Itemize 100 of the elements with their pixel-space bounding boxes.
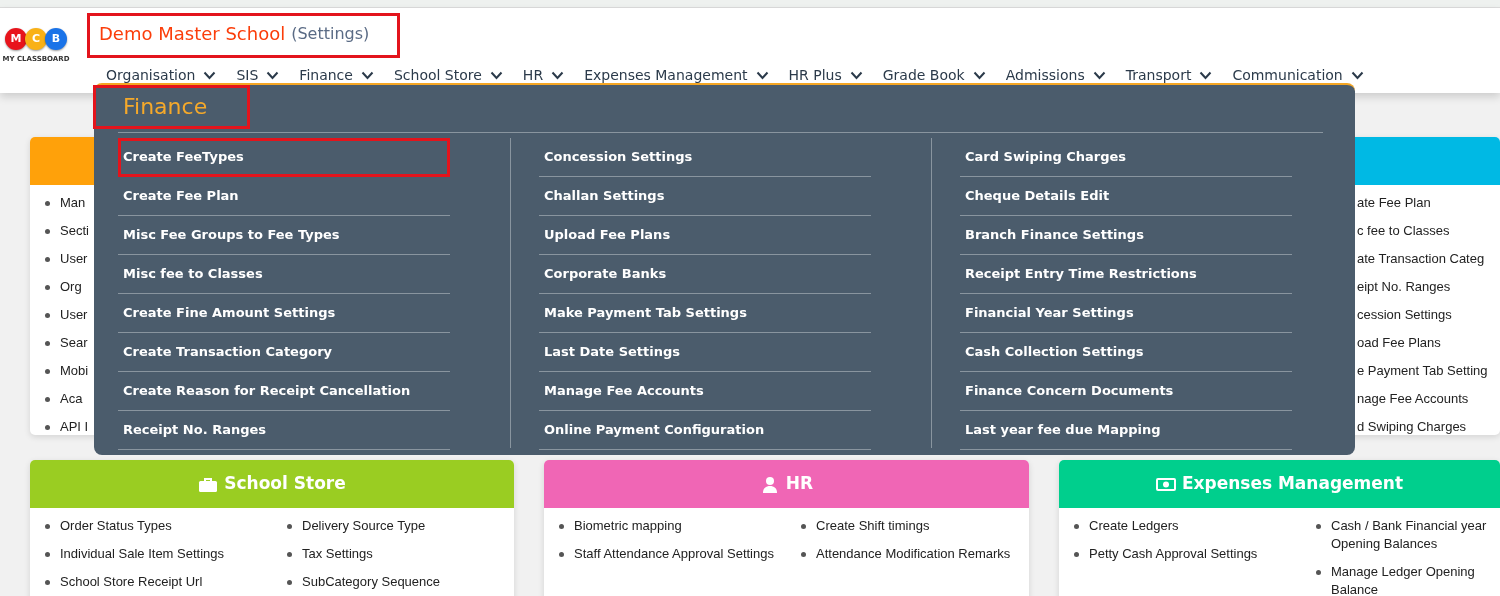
settings-link[interactable]: ate Fee Plan (1357, 194, 1431, 212)
menu-item[interactable]: Misc fee to Classes (118, 255, 450, 294)
menu-item[interactable]: Branch Finance Settings (960, 216, 1292, 255)
menu-item[interactable]: Last year fee due Mapping (960, 411, 1292, 450)
school-name: Demo Master School (99, 22, 286, 46)
bullet-icon (559, 552, 564, 557)
menu-item[interactable]: Concession Settings (539, 138, 871, 177)
settings-link[interactable]: User (60, 306, 88, 324)
settings-link[interactable]: Create Ledgers (1089, 517, 1179, 535)
settings-link[interactable]: Man (60, 194, 86, 212)
menu-item[interactable]: Finance Concern Documents (960, 372, 1292, 411)
bullet-icon (45, 201, 50, 206)
settings-link[interactable]: d Swiping Charges (1357, 418, 1467, 435)
settings-link[interactable]: nage Fee Accounts (1357, 390, 1469, 408)
settings-link[interactable]: e Payment Tab Setting (1357, 362, 1488, 380)
bullet-icon (287, 552, 292, 557)
settings-link[interactable]: Biometric mapping (574, 517, 682, 535)
settings-link[interactable]: Individual Sale Item Settings (60, 545, 225, 563)
card-title: HR (785, 472, 814, 496)
settings-link[interactable]: Mobi (60, 362, 89, 380)
bullet-icon (1316, 570, 1321, 575)
settings-link[interactable]: oad Fee Plans (1357, 334, 1441, 352)
settings-link[interactable]: c fee to Classes (1357, 222, 1450, 240)
nav-menu[interactable]: SIS (236, 65, 280, 86)
menu-item[interactable]: Receipt No. Ranges (118, 411, 450, 450)
chevron-down-icon (755, 71, 769, 80)
menu-item[interactable]: Manage Fee Accounts (539, 372, 871, 411)
bullet-icon (45, 425, 50, 430)
menu-item[interactable]: Create Fee Plan (118, 177, 450, 216)
chevron-down-icon (1350, 71, 1364, 80)
bullet-icon (1316, 524, 1321, 529)
settings-link[interactable]: ate Transaction Categ (1357, 250, 1485, 268)
settings-link[interactable]: Petty Cash Approval Settings (1089, 545, 1258, 563)
nav-menu[interactable]: Admissions (1005, 65, 1106, 86)
nav-menu[interactable]: Grade Book (882, 65, 986, 86)
nav-menu[interactable]: School Store (393, 65, 503, 86)
settings-link[interactable]: Cash / Bank Financial year Opening Balances (1331, 517, 1500, 553)
bullet-icon (45, 524, 50, 529)
chevron-down-icon (489, 71, 503, 80)
menu-item[interactable]: Last Date Settings (539, 333, 871, 372)
menu-item[interactable]: Misc Fee Groups to Fee Types (118, 216, 450, 255)
menu-item[interactable]: Cheque Details Edit (960, 177, 1292, 216)
nav-menu[interactable]: Transport (1125, 65, 1213, 86)
nav-menu[interactable]: Expenses Management (584, 65, 769, 86)
menu-item[interactable]: Create Reason for Receipt Cancellation (118, 372, 450, 411)
settings-link[interactable]: Aca (60, 390, 83, 408)
bullet-icon (287, 580, 292, 585)
bullet-icon (45, 285, 50, 290)
settings-link[interactable]: Create Shift timings (816, 517, 930, 535)
settings-link[interactable]: SubCategory Sequence (302, 573, 441, 591)
chevron-down-icon (972, 71, 986, 80)
nav-menu[interactable]: Finance (299, 65, 374, 86)
menu-item[interactable]: Create FeeTypes (118, 138, 450, 177)
settings-link[interactable]: Staff Attendance Approval Settings (574, 545, 774, 563)
menu-item[interactable]: Create Fine Amount Settings (118, 294, 450, 333)
card-title: Expenses Management (1181, 472, 1404, 496)
logo-letter: C (25, 28, 47, 50)
bullet-icon (45, 580, 50, 585)
settings-link[interactable]: Order Status Types (60, 517, 172, 535)
settings-link[interactable]: User (60, 250, 88, 268)
settings-link[interactable]: Tax Settings (302, 545, 373, 563)
bullet-icon (45, 369, 50, 374)
nav-menu[interactable]: Organisation (106, 65, 217, 86)
menu-item[interactable]: Card Swiping Charges (960, 138, 1292, 177)
logo-letter: B (45, 28, 67, 50)
bullet-icon (287, 524, 292, 529)
menu-item[interactable]: Receipt Entry Time Restrictions (960, 255, 1292, 294)
nav-menu[interactable]: Communication (1232, 65, 1364, 86)
chevron-down-icon (1199, 71, 1213, 80)
menu-item[interactable]: Make Payment Tab Settings (539, 294, 871, 333)
settings-link[interactable]: Delivery Source Type (302, 517, 426, 535)
bullet-icon (801, 524, 806, 529)
menu-item[interactable]: Corporate Banks (539, 255, 871, 294)
menu-item[interactable]: Upload Fee Plans (539, 216, 871, 255)
logo-letter: M (5, 28, 27, 50)
bullet-icon (45, 257, 50, 262)
menu-item[interactable]: Create Transaction Category (118, 333, 450, 372)
menu-item[interactable]: Cash Collection Settings (960, 333, 1292, 372)
menu-item[interactable]: Challan Settings (539, 177, 871, 216)
settings-link[interactable]: Sear (60, 334, 88, 352)
settings-link[interactable]: School Store Receipt Url (60, 573, 203, 591)
settings-link[interactable]: Attendance Modification Remarks (816, 545, 1011, 563)
nav-menu[interactable]: HR Plus (788, 65, 863, 86)
settings-link[interactable]: Manage Ledger Opening Balance (1331, 563, 1500, 596)
page-subtitle: (Settings) (291, 22, 370, 45)
bullet-icon (559, 524, 564, 529)
banknote-icon (1155, 475, 1176, 493)
settings-link[interactable]: cession Settings (1357, 306, 1452, 324)
bullet-icon (45, 341, 50, 346)
settings-link[interactable]: eipt No. Ranges (1357, 278, 1451, 296)
menu-item[interactable]: Online Payment Configuration (539, 411, 871, 450)
chevron-down-icon (551, 71, 565, 80)
menu-item[interactable]: Financial Year Settings (960, 294, 1292, 333)
settings-link[interactable]: Secti (60, 222, 89, 240)
settings-link[interactable]: API I (60, 418, 89, 435)
nav-menu[interactable]: HR (522, 65, 565, 86)
chevron-down-icon (266, 71, 280, 80)
chevron-down-icon (203, 71, 217, 80)
settings-link[interactable]: Org (60, 278, 82, 296)
chevron-down-icon (849, 71, 863, 80)
